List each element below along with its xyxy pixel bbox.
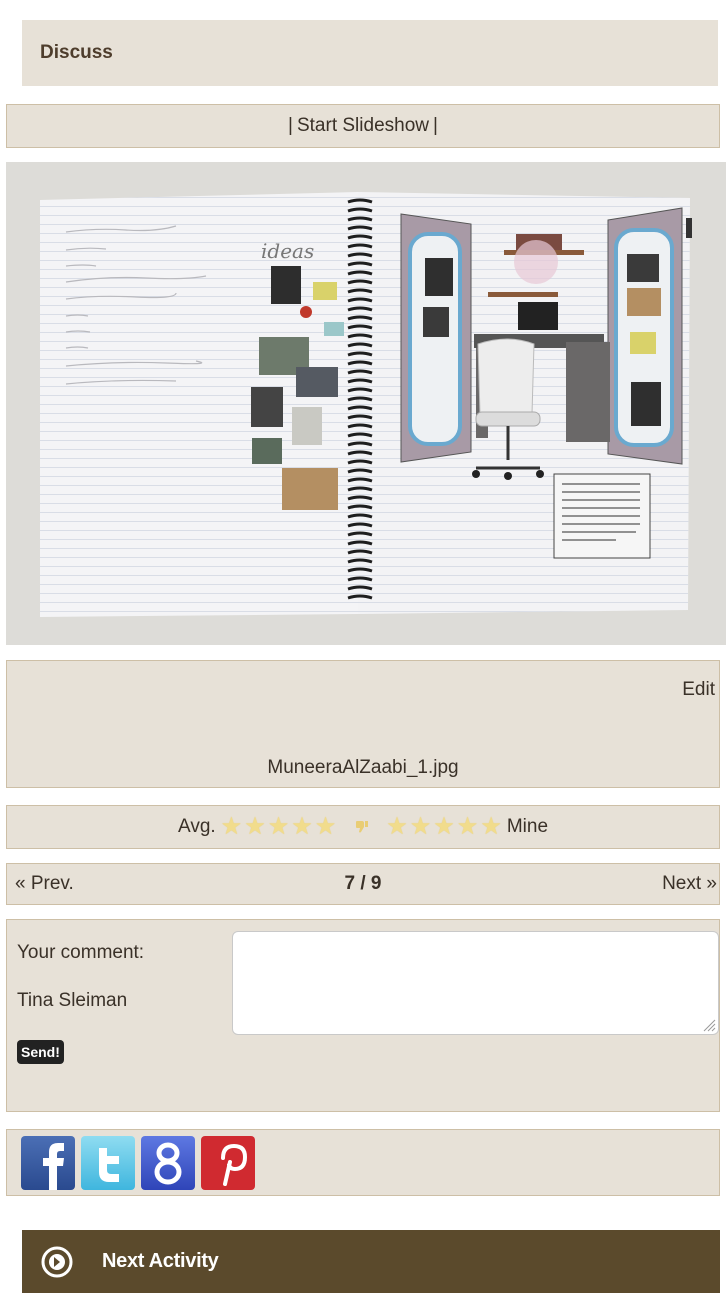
photo-image[interactable]: ideas	[6, 162, 726, 645]
rating-bar: Avg. ★ ★ ★ ★ ★ ★ ★ ★ ★ ★ Mine	[6, 805, 720, 849]
prev-link[interactable]: « Prev.	[15, 873, 74, 895]
facebook-share-button[interactable]	[21, 1135, 75, 1190]
avg-rating-star-icon: ★	[244, 813, 266, 840]
comment-input[interactable]	[232, 931, 719, 1035]
google-icon	[141, 1135, 195, 1190]
avg-rating-star-icon: ★	[291, 813, 313, 840]
next-link[interactable]: Next »	[662, 873, 717, 895]
google-share-button[interactable]	[141, 1135, 195, 1190]
avg-rating-star-icon: ★	[267, 813, 290, 840]
start-slideshow-link[interactable]: Start Slideshow	[293, 115, 433, 137]
thumbs-down-icon[interactable]	[355, 820, 369, 834]
next-activity-label: Next Activity	[102, 1250, 219, 1272]
resize-grip-icon[interactable]	[700, 1016, 716, 1032]
my-rating-star-icon[interactable]: ★	[386, 815, 408, 839]
my-rating-star-icon[interactable]: ★	[410, 815, 432, 839]
my-rating-star-icon[interactable]: ★	[480, 815, 502, 839]
my-rating-stars[interactable]: ★ ★ ★ ★ ★	[385, 815, 503, 839]
file-info-panel: Edit MuneeraAlZaabi_1.jpg	[6, 660, 720, 788]
avg-rating-star-icon: ★	[220, 813, 243, 840]
send-button[interactable]: Send!	[17, 1040, 64, 1064]
share-bar	[6, 1129, 720, 1196]
comment-label: Your comment:	[17, 942, 145, 963]
avg-rating-stars: ★ ★ ★ ★ ★	[220, 815, 338, 839]
pinterest-icon	[201, 1135, 255, 1190]
my-rating-star-icon[interactable]: ★	[433, 815, 455, 839]
my-rating-star-icon[interactable]: ★	[457, 815, 479, 839]
slideshow-bar: | Start Slideshow |	[6, 104, 720, 148]
section-title: Discuss	[40, 42, 113, 63]
comment-panel: Your comment: Tina Sleiman Send!	[6, 919, 720, 1112]
twitter-icon	[81, 1135, 135, 1190]
file-name: MuneeraAlZaabi_1.jpg	[267, 757, 459, 778]
twitter-share-button[interactable]	[81, 1135, 135, 1190]
pager: « Prev. 7 / 9 Next »	[6, 863, 720, 905]
pinterest-share-button[interactable]	[201, 1135, 255, 1190]
section-header: Discuss	[22, 20, 718, 86]
next-activity-button[interactable]: Next Activity	[22, 1230, 720, 1293]
my-rating-label: Mine	[506, 816, 549, 837]
comment-user-name: Tina Sleiman	[17, 990, 128, 1011]
svg-text:ideas: ideas	[261, 239, 314, 263]
notebook-photo: ideas	[6, 162, 726, 645]
avg-rating-label: Avg.	[177, 816, 216, 837]
page-counter: 7 / 9	[344, 873, 382, 894]
arrow-right-circle-icon	[41, 1246, 73, 1277]
facebook-icon	[21, 1135, 75, 1190]
edit-link[interactable]: Edit	[682, 679, 715, 701]
avg-rating-star-icon: ★	[314, 813, 337, 840]
slideshow-separator-right: |	[433, 115, 438, 136]
